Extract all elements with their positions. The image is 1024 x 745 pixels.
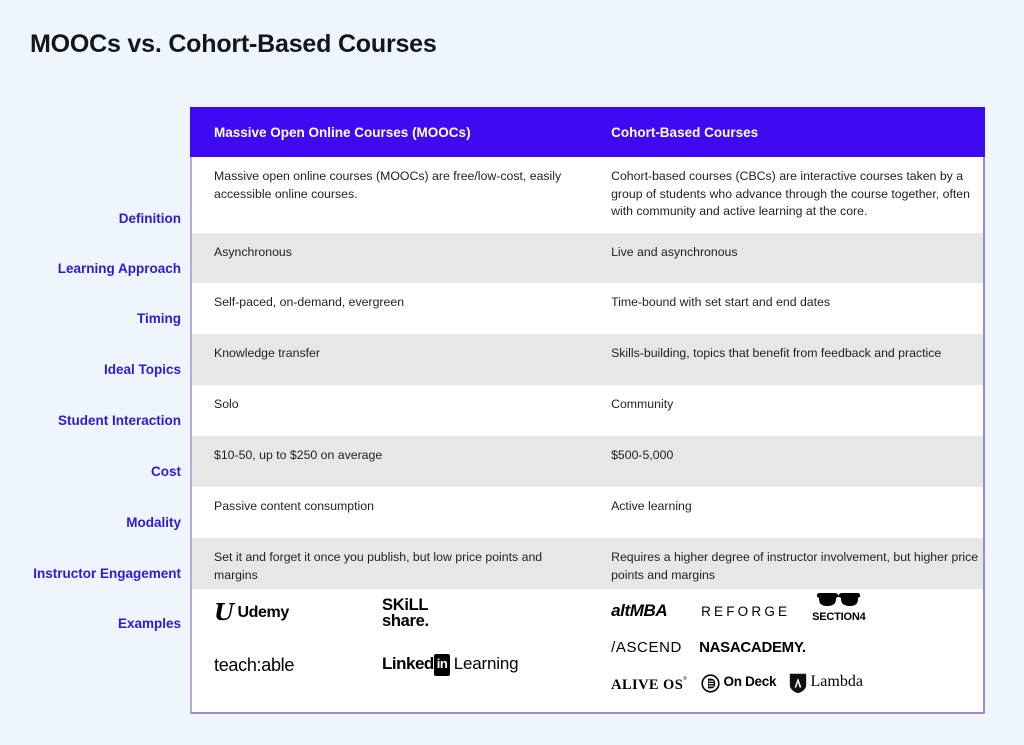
cell-examples-cbc: altMBA REFORGE SECTION4 /ASCEND NASACADE… — [589, 589, 983, 712]
udemy-mark-icon: U — [214, 599, 235, 627]
logo-reforge: REFORGE — [701, 604, 791, 620]
row-label-ideal-topics: Ideal Topics — [103, 362, 181, 378]
logo-skillshare-line2: share. — [382, 612, 429, 631]
table-row-instructor-engagement: Instructor Engagement Set it and forget … — [0, 538, 1024, 590]
row-label-learning-approach: Learning Approach — [57, 261, 181, 277]
table-row-examples: Examples U Udemy SKiLL share. teach:able… — [0, 589, 1024, 715]
logo-skillshare-line1: SKiLL — [382, 596, 429, 615]
row-label-modality: Modality — [126, 515, 181, 531]
row-label-cost: Cost — [151, 464, 181, 480]
table-header-row: Massive Open Online Courses (MOOCs) Coho… — [0, 107, 1024, 158]
linkedin-in-icon: in — [433, 654, 451, 676]
row-label-definition: Definition — [118, 211, 181, 227]
logo-linkedin-text: Linked — [382, 654, 434, 674]
logo-udemy-text: Udemy — [237, 604, 289, 622]
logo-alive-os-text: ALIVE OS — [611, 676, 684, 693]
logo-alive-os: ALIVE OS° — [611, 674, 687, 695]
row-cells-instructor-engagement: Set it and forget it once you publish, b… — [190, 538, 985, 590]
cell-learning-approach-mooc: Asynchronous — [214, 245, 292, 260]
cell-learning-approach-cbc: Live and asynchronous — [611, 245, 738, 260]
logo-learning-text: Learning — [453, 654, 519, 674]
shield-icon — [789, 673, 807, 694]
table-row-learning-approach: Learning Approach Asynchronous Live and … — [0, 233, 1024, 284]
logo-section4-text: SECTION4 — [812, 611, 866, 624]
logo-on-deck-text: On Deck — [723, 674, 777, 690]
logo-alive-os-mark: ° — [683, 675, 688, 686]
logo-teachable: teach:able — [214, 655, 295, 676]
comparison-table: Massive Open Online Courses (MOOCs) Coho… — [0, 107, 1024, 715]
table-row-cost: Cost $10-50, up to $250 on average $500-… — [0, 436, 1024, 488]
logo-lambda-text: Lambda — [810, 673, 863, 691]
logo-udemy: U Udemy — [214, 601, 289, 625]
header-cells: Massive Open Online Courses (MOOCs) Coho… — [190, 107, 985, 158]
row-cells-timing: Self-paced, on-demand, evergreen Time-bo… — [190, 283, 985, 335]
circle-mark-icon — [701, 674, 720, 693]
page-title: MOOCs vs. Cohort-Based Courses — [30, 30, 437, 58]
logo-altmba: altMBA — [611, 601, 668, 621]
logo-linkedin-learning: Linked in Learning — [382, 652, 519, 676]
table-row-ideal-topics: Ideal Topics Knowledge transfer Skills-b… — [0, 334, 1024, 386]
table-row-modality: Modality Passive content consumption Act… — [0, 487, 1024, 539]
table-row-definition: Definition Massive open online courses (… — [0, 157, 1024, 234]
row-cells-student-interaction: Solo Community — [190, 385, 985, 437]
cell-ideal-topics-mooc: Knowledge transfer — [214, 346, 320, 361]
cell-instructor-engagement-cbc: Requires a higher degree of instructor i… — [611, 550, 979, 582]
row-cells-modality: Passive content consumption Active learn… — [190, 487, 985, 539]
table-row-timing: Timing Self-paced, on-demand, evergreen … — [0, 283, 1024, 335]
row-label-instructor-engagement: Instructor Engagement — [33, 566, 181, 582]
cell-cost-mooc: $10-50, up to $250 on average — [214, 448, 383, 463]
row-cells-cost: $10-50, up to $250 on average $500-5,000 — [190, 436, 985, 488]
column-header-mooc: Massive Open Online Courses (MOOCs) — [214, 125, 471, 140]
logo-section4: SECTION4 — [812, 592, 866, 624]
cell-timing-mooc: Self-paced, on-demand, evergreen — [214, 295, 405, 310]
cell-modality-cbc: Active learning — [611, 499, 692, 514]
cell-examples-mooc: U Udemy SKiLL share. teach:able Linked in… — [192, 589, 589, 712]
cell-student-interaction-mooc: Solo — [214, 397, 239, 412]
table-row-student-interaction: Student Interaction Solo Community — [0, 385, 1024, 437]
logo-nasacademy: NASACADEMY. — [699, 639, 806, 657]
cell-ideal-topics-cbc: Skills-building, topics that benefit fro… — [611, 346, 942, 361]
cell-instructor-engagement-mooc: Set it and forget it once you publish, b… — [214, 550, 543, 582]
row-label-student-interaction: Student Interaction — [57, 413, 181, 429]
logo-ascend: /ASCEND — [611, 639, 682, 657]
cell-cost-cbc: $500-5,000 — [611, 448, 674, 463]
logo-on-deck: On Deck — [701, 672, 776, 694]
logo-lambda: Lambda — [789, 671, 863, 694]
row-cells-learning-approach: Asynchronous Live and asynchronous — [190, 233, 985, 284]
cell-modality-mooc: Passive content consumption — [214, 499, 374, 514]
header-row-spacer — [0, 107, 190, 157]
cell-definition-mooc: Massive open online courses (MOOCs) are … — [214, 169, 562, 201]
row-cells-definition: Massive open online courses (MOOCs) are … — [190, 157, 985, 234]
glasses-icon — [817, 593, 861, 607]
logo-skillshare: SKiLL share. — [382, 596, 429, 631]
row-label-timing: Timing — [136, 311, 181, 327]
row-cells-ideal-topics: Knowledge transfer Skills-building, topi… — [190, 334, 985, 386]
row-cells-examples: U Udemy SKiLL share. teach:able Linked in… — [190, 589, 985, 715]
cell-definition-cbc: Cohort-based courses (CBCs) are interact… — [611, 169, 970, 219]
cell-timing-cbc: Time-bound with set start and end dates — [611, 295, 831, 310]
row-label-examples: Examples — [117, 616, 181, 632]
cell-student-interaction-cbc: Community — [611, 397, 674, 412]
column-header-cbc: Cohort-Based Courses — [611, 125, 759, 140]
